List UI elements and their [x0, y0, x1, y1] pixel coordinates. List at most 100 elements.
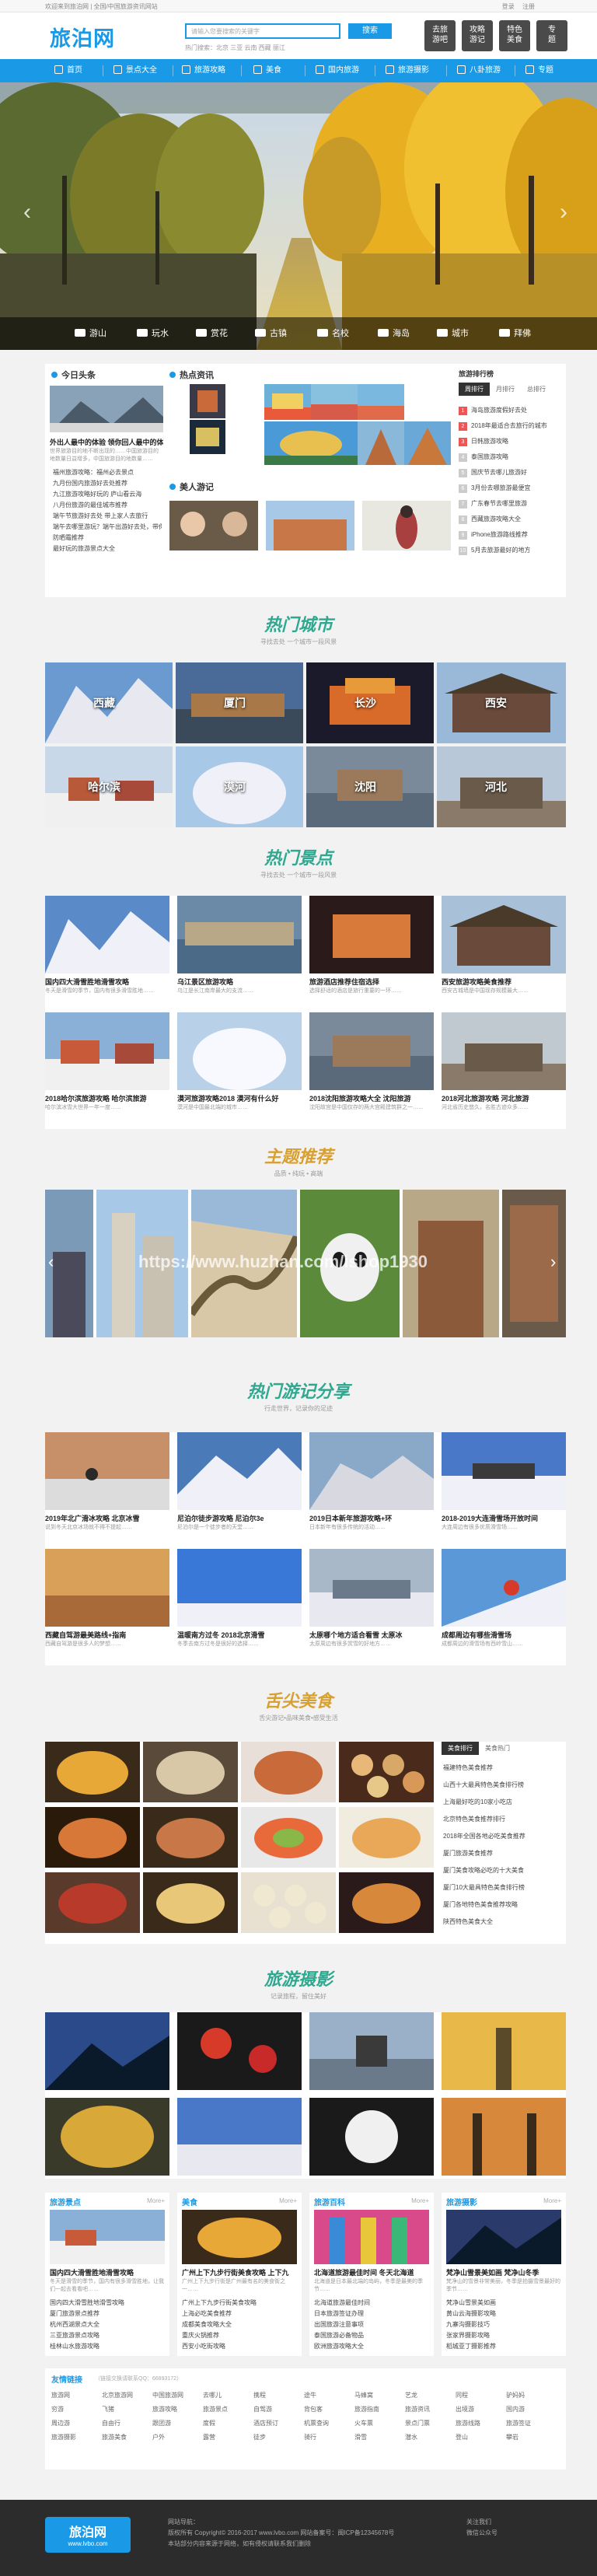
- friend-link[interactable]: 旅游网: [51, 2389, 102, 2403]
- friend-link[interactable]: 登山: [456, 2431, 506, 2445]
- food-image[interactable]: [143, 1742, 238, 1802]
- category-flower[interactable]: 赏花: [196, 317, 228, 350]
- travelogue-title[interactable]: 2018-2019大连滑雪场开放时间: [442, 1513, 566, 1523]
- footer-wechat[interactable]: 微信公众号: [466, 2528, 498, 2539]
- search-input[interactable]: 请输入您要搜索的关键字: [185, 23, 340, 39]
- scenic-image[interactable]: [177, 896, 302, 973]
- column-item[interactable]: 黄山云海摄影攻略: [446, 2309, 561, 2318]
- friend-link[interactable]: 穷游: [51, 2403, 102, 2417]
- photo-image[interactable]: [442, 2012, 566, 2090]
- nav-domestic[interactable]: 国内旅游: [316, 59, 359, 82]
- category-mountain[interactable]: 游山: [75, 317, 106, 350]
- friend-link[interactable]: 艺龙: [405, 2389, 456, 2403]
- travelogue-image[interactable]: [177, 1432, 302, 1510]
- food-tab[interactable]: 美食排行: [442, 1742, 479, 1755]
- column-item[interactable]: 三亚旅游景点攻略: [50, 2331, 165, 2340]
- city-card[interactable]: 河北: [437, 746, 566, 827]
- category-town[interactable]: 古镇: [255, 317, 287, 350]
- ranking-item[interactable]: 9 iPhone旅游路线推荐: [459, 530, 561, 540]
- friend-link[interactable]: 背包客: [304, 2403, 354, 2417]
- column-item[interactable]: 稻城亚丁摄影推荐: [446, 2342, 561, 2351]
- hot-search-words[interactable]: 热门搜索：北京 三亚 云南 西藏 丽江: [185, 44, 285, 52]
- hero-prev-icon[interactable]: ‹: [23, 199, 31, 225]
- travelogue-title[interactable]: 温暖南方过冬 2018北京滑雪: [177, 1630, 302, 1640]
- column-item[interactable]: 桂林山水旅游攻略: [50, 2342, 165, 2351]
- column-feature-title[interactable]: 梵净山雪景美如画 梵净山冬季: [446, 2267, 561, 2277]
- friend-link[interactable]: 骑行: [304, 2431, 354, 2445]
- travelogue-image[interactable]: [309, 1549, 434, 1627]
- column-image[interactable]: [314, 2210, 429, 2264]
- hotinfo-image[interactable]: [404, 421, 451, 465]
- food-tab[interactable]: 美食热门: [479, 1742, 516, 1755]
- travelogue-title[interactable]: 2019年北广滑冰攻略 北京冰雪: [45, 1513, 169, 1523]
- friend-link[interactable]: 北京旅游网: [102, 2389, 152, 2403]
- ranking-item[interactable]: 2 2018年最适合去旅行的城市: [459, 421, 561, 431]
- ranking-item[interactable]: 6 3月份去哪旅游最便宜: [459, 484, 561, 493]
- food-image[interactable]: [241, 1872, 336, 1933]
- friend-link[interactable]: 飞猪: [102, 2403, 152, 2417]
- headline-item[interactable]: 最好玩的旅游景点大全: [53, 544, 162, 553]
- scenic-title[interactable]: 漠河旅游攻略2018 漠河有什么好: [177, 1093, 302, 1103]
- scenic-title[interactable]: 2018哈尔滨旅游攻略 哈尔滨旅游: [45, 1093, 169, 1103]
- login-link[interactable]: 登录: [502, 3, 515, 10]
- register-link[interactable]: 注册: [522, 3, 535, 10]
- nav-scenic[interactable]: 景点大全: [113, 59, 157, 82]
- scenic-image[interactable]: [442, 1012, 566, 1090]
- scenic-title[interactable]: 国内四大滑雪胜地滑雪攻略: [45, 977, 169, 987]
- friend-link[interactable]: 周边游: [51, 2417, 102, 2431]
- food-item[interactable]: 陕西特色美食大全: [443, 1917, 563, 1926]
- hotinfo-image[interactable]: [264, 384, 311, 420]
- column-item[interactable]: 杭州西湖景点大全: [50, 2320, 165, 2329]
- nav-home[interactable]: 首页: [54, 59, 82, 82]
- friend-link[interactable]: 滑雪: [354, 2431, 405, 2445]
- travelogue-title[interactable]: 成都周边有哪些滑雪场: [442, 1630, 566, 1640]
- friend-link[interactable]: 景点门票: [405, 2417, 456, 2431]
- food-image[interactable]: [143, 1872, 238, 1933]
- column-feature-title[interactable]: 广州上下九步行街美食攻略 上下九: [182, 2267, 297, 2277]
- friend-link[interactable]: 潜水: [405, 2431, 456, 2445]
- headline-feature-title[interactable]: 外出人最中的体验 领你回人最中的体验: [50, 437, 163, 447]
- friend-link[interactable]: 度假: [203, 2417, 253, 2431]
- topics-carousel[interactable]: https://www.huzhan.com/ishop1930 ‹ ›: [45, 1190, 566, 1337]
- scenic-image[interactable]: [442, 896, 566, 973]
- nav-topic[interactable]: 专题: [525, 59, 553, 82]
- scenic-image[interactable]: [309, 896, 434, 973]
- scenic-title[interactable]: 西安旅游攻略美食推荐: [442, 977, 566, 987]
- category-temple[interactable]: 拜佛: [499, 317, 531, 350]
- friend-link[interactable]: 自驾游: [253, 2403, 304, 2417]
- headline-item[interactable]: 九月份国内旅游好去处推荐: [53, 479, 162, 488]
- column-item[interactable]: 国内四大滑雪胜地滑雪攻略: [50, 2298, 165, 2307]
- headline-item[interactable]: 福州旅游攻略：福州必去景点: [53, 468, 162, 477]
- hotinfo-image[interactable]: [358, 421, 404, 465]
- topic-image[interactable]: [502, 1190, 566, 1337]
- travelogue-image[interactable]: [45, 1549, 169, 1627]
- column-more-link[interactable]: More+: [279, 2197, 297, 2204]
- beauty-image[interactable]: [362, 501, 451, 551]
- beauty-image[interactable]: [169, 501, 258, 551]
- header-button-topic[interactable]: 专题: [536, 20, 567, 51]
- headline-image[interactable]: [50, 386, 163, 432]
- scenic-title[interactable]: 2018河北旅游攻略 河北旅游: [442, 1093, 566, 1103]
- food-image[interactable]: [143, 1807, 238, 1868]
- food-item[interactable]: 厦门美食攻略必吃的十大美食: [443, 1866, 563, 1875]
- column-item[interactable]: 梵净山雪景美如画: [446, 2298, 561, 2307]
- photo-image[interactable]: [45, 2012, 169, 2090]
- column-image[interactable]: [50, 2210, 165, 2264]
- column-item[interactable]: 北海道旅游最佳时间: [314, 2298, 429, 2307]
- scenic-title[interactable]: 2018沈阳旅游攻略大全 沈阳旅游: [309, 1093, 434, 1103]
- headline-item[interactable]: 九江旅游攻略好玩的 庐山看云海: [53, 490, 162, 498]
- nav-food[interactable]: 美食: [253, 59, 281, 82]
- photo-image[interactable]: [442, 2098, 566, 2176]
- friend-link[interactable]: 徒步: [253, 2431, 304, 2445]
- food-image[interactable]: [339, 1872, 434, 1933]
- food-image[interactable]: [45, 1742, 140, 1802]
- ranking-tab[interactable]: 周排行: [459, 383, 490, 396]
- scenic-image[interactable]: [45, 1012, 169, 1090]
- nav-photo[interactable]: 旅游摄影: [386, 59, 429, 82]
- column-item[interactable]: 九寨沟摄影技巧: [446, 2320, 561, 2329]
- column-image[interactable]: [446, 2210, 561, 2264]
- beauty-image[interactable]: [266, 501, 354, 551]
- photo-image[interactable]: [309, 2098, 434, 2176]
- travelogue-image[interactable]: [177, 1549, 302, 1627]
- ranking-item[interactable]: 1 海岛旅游度假好去处: [459, 406, 561, 415]
